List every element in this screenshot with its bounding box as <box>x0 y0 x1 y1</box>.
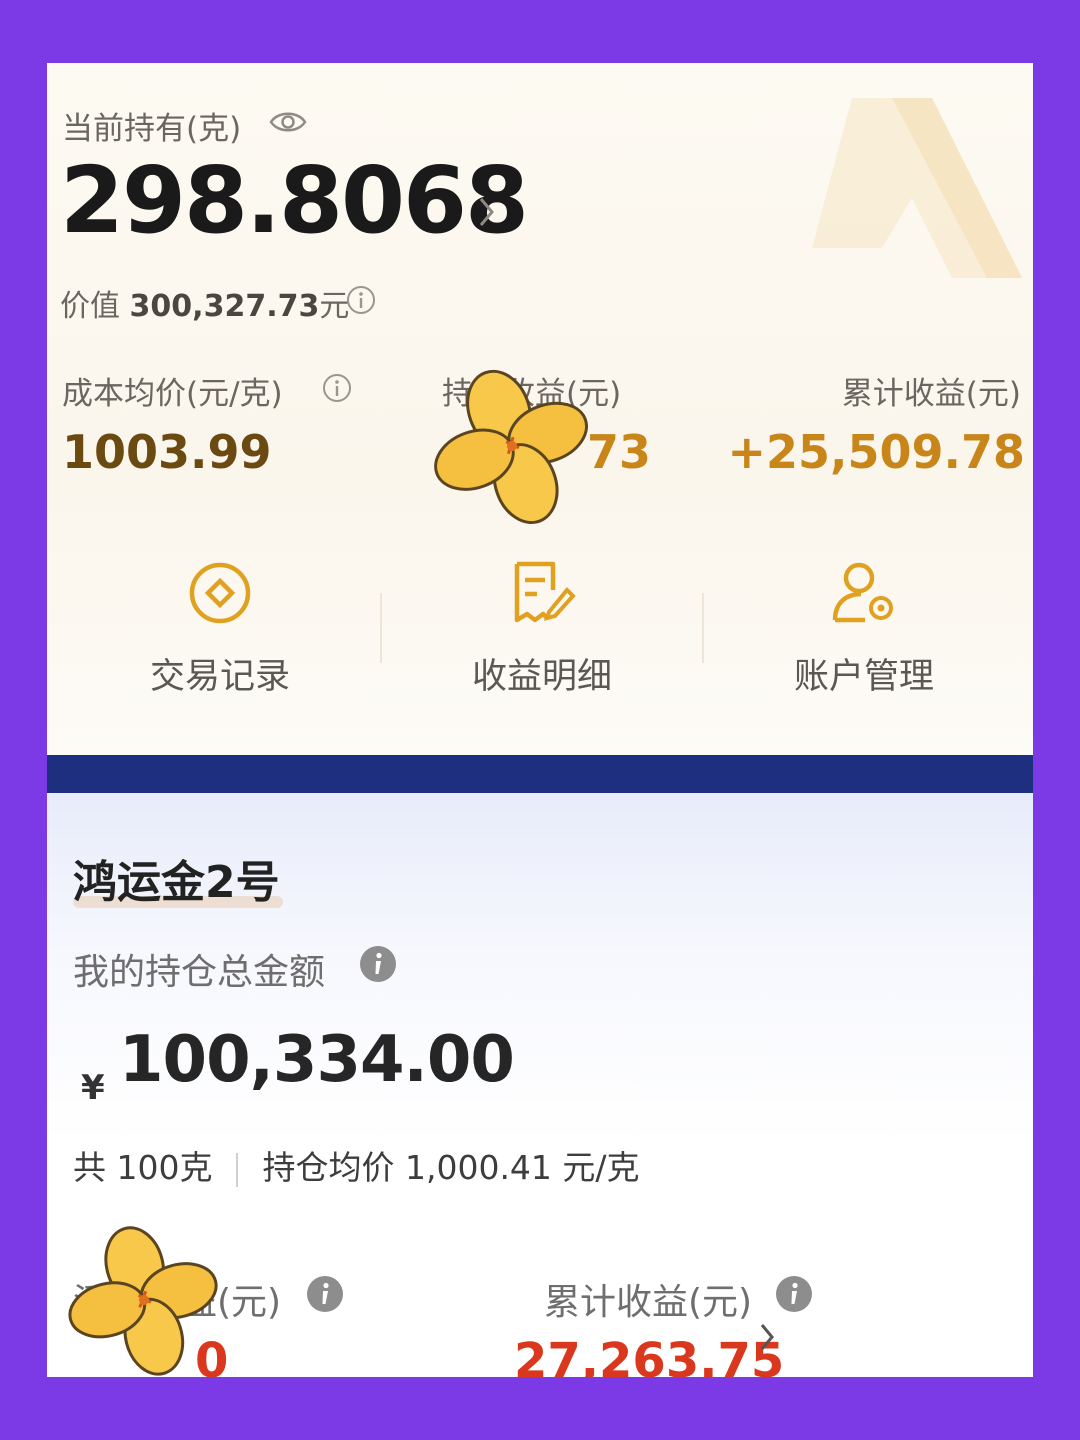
action-label: 交易记录 <box>149 657 290 697</box>
cumulative-profit-label: 累计收益(元) <box>841 376 1021 412</box>
divider <box>380 593 382 663</box>
info-icon[interactable] <box>306 1275 344 1313</box>
info-icon[interactable] <box>775 1275 813 1313</box>
cost-avg-value: 1003.99 <box>62 425 272 479</box>
transaction-records-button[interactable]: 交易记录 <box>100 558 340 708</box>
cost-avg-label: 成本均价(元/克) <box>62 376 283 412</box>
info-icon[interactable] <box>345 284 377 316</box>
section-divider-band <box>47 755 1033 793</box>
divider <box>236 1152 239 1187</box>
flower-sticker-icon <box>68 1226 218 1376</box>
fund-name: 鸿运金2号 <box>73 857 280 908</box>
info-icon[interactable] <box>359 945 397 983</box>
worth-prefix: 价值 <box>60 289 120 324</box>
holding-summary: 共 100克 持仓均价 1,000.41 元/克 <box>73 1141 640 1189</box>
average-price: 持仓均价 1,000.41 元/克 <box>262 1148 640 1187</box>
info-icon[interactable] <box>321 372 353 404</box>
brand-watermark-icon <box>812 98 1022 278</box>
chevron-right-icon[interactable] <box>477 195 497 229</box>
cumulative-profit-label: 累计收益(元) <box>544 1282 753 1323</box>
chevron-right-icon[interactable] <box>759 1321 777 1353</box>
currency-symbol: ¥ <box>81 1068 105 1108</box>
action-label: 收益明细 <box>471 657 612 697</box>
divider <box>702 593 704 663</box>
worth-amount: 300,327.73 <box>129 289 320 324</box>
account-management-button[interactable]: 账户管理 <box>744 558 984 708</box>
total-weight: 共 100克 <box>73 1148 213 1187</box>
flower-sticker-icon <box>434 369 588 525</box>
cumulative-profit-value[interactable]: 27,263.75 <box>514 1333 784 1377</box>
holdings-label: 当前持有(克) <box>62 111 242 147</box>
eye-icon[interactable] <box>269 107 307 137</box>
action-label: 账户管理 <box>793 657 934 697</box>
holdings-worth: 价值 300,327.73元 <box>60 281 349 325</box>
total-amount-label: 我的持仓总金额 <box>73 952 326 993</box>
coin-icon <box>189 562 251 624</box>
holding-profit-value: 73 <box>587 425 652 479</box>
holdings-grams[interactable]: 298.8068 <box>60 155 529 247</box>
screenshot-frame: 当前持有(克) 298.8068 价值 300,327.73元 成本均价(元/克… <box>47 63 1033 1377</box>
cumulative-profit-value: +25,509.78 <box>727 425 1025 479</box>
user-settings-icon <box>832 562 893 623</box>
total-amount-value: 100,334.00 <box>119 1023 515 1097</box>
earnings-detail-button[interactable]: 收益明细 <box>422 558 662 708</box>
document-edit-icon <box>514 561 576 623</box>
